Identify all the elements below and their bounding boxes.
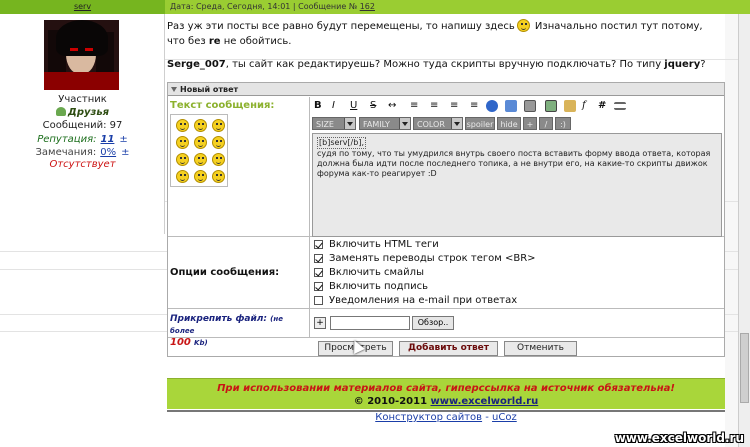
chevron-down-icon xyxy=(451,118,462,129)
code-icon[interactable]: f xyxy=(582,99,586,113)
smiley-icon[interactable] xyxy=(176,170,189,183)
font-family-select[interactable]: FAMILY xyxy=(359,117,411,130)
spoiler-button[interactable]: spoiler xyxy=(465,117,495,130)
ucoz-link[interactable]: uCoz xyxy=(492,412,517,423)
slash-button[interactable]: / xyxy=(539,117,553,130)
smiley-icon[interactable] xyxy=(194,119,207,132)
smiley-icon[interactable] xyxy=(176,153,189,166)
submit-reply-button[interactable]: Добавить ответ xyxy=(399,341,498,356)
chevron-down-icon xyxy=(399,118,410,129)
checkbox[interactable] xyxy=(314,296,323,305)
message-label: Текст сообщения: xyxy=(170,100,275,111)
smiley-panel xyxy=(170,114,228,187)
user-post-count: Сообщений: 97 xyxy=(42,120,123,131)
link-icon[interactable] xyxy=(486,100,498,112)
options-cell: Включить HTML теги Заменять переводы стр… xyxy=(310,237,724,309)
user-reputation: Репутация: 11 ± xyxy=(37,134,128,145)
username-link[interactable]: serv xyxy=(0,0,165,14)
scrollbar-thumb[interactable] xyxy=(740,333,749,403)
smiley-icon[interactable] xyxy=(194,153,207,166)
browse-button[interactable]: Обзор.. xyxy=(412,316,454,330)
image-icon[interactable] xyxy=(545,100,557,112)
smiley-icon xyxy=(516,19,530,32)
size-select[interactable]: SIZE xyxy=(312,117,356,130)
attach-cell: + Обзор.. xyxy=(310,309,724,338)
italic-button[interactable]: I xyxy=(332,99,335,113)
watermark: www.excelworld.ru xyxy=(614,431,744,445)
user-role: Участник xyxy=(58,94,107,105)
quote-icon[interactable] xyxy=(564,100,576,112)
post-number-link[interactable]: 162 xyxy=(360,2,375,11)
chevron-down-icon xyxy=(344,118,355,129)
table-icon[interactable] xyxy=(524,100,536,112)
post-meta: Дата: Среда, Сегодня, 14:01 | Сообщение … xyxy=(167,0,375,14)
submit-row: Просмотреть Добавить ответ Отменить xyxy=(168,339,724,357)
site-footer: При использовании материалов сайта, гипе… xyxy=(167,378,725,409)
hash-icon[interactable]: # xyxy=(598,99,606,113)
footer-copyright: © 2010-2011 www.excelworld.ru xyxy=(353,396,539,407)
hide-button[interactable]: hide xyxy=(497,117,521,130)
user-warnings: Замечания: 0% ± xyxy=(35,147,130,158)
add-file-button[interactable]: + xyxy=(314,317,326,329)
post-paragraph: Раз уж эти посты все равно будут перемещ… xyxy=(167,19,703,47)
smiley-icon[interactable] xyxy=(212,153,225,166)
cancel-button[interactable]: Отменить xyxy=(504,341,577,356)
checkbox[interactable] xyxy=(314,254,323,263)
reputation-vote-button[interactable]: ± xyxy=(119,134,127,145)
mention: Serge_007 xyxy=(167,59,226,70)
textarea-body: судя по тому, что ты умудрился внутрь св… xyxy=(317,149,711,178)
hr-button[interactable]: ↔ xyxy=(388,99,396,113)
avatar xyxy=(44,20,119,90)
user-panel: Участник Друзья Сообщений: 97 Репутация:… xyxy=(0,14,165,234)
site-builder-link[interactable]: Конструктор сайтов xyxy=(375,412,482,423)
align-right-button[interactable]: ≡ xyxy=(450,99,458,113)
group-icon xyxy=(55,107,66,116)
checkbox[interactable] xyxy=(314,240,323,249)
smiley-icon[interactable] xyxy=(176,119,189,132)
bold-button[interactable]: B xyxy=(314,99,322,113)
smiley-icon[interactable] xyxy=(212,170,225,183)
post-header-bar: serv Дата: Среда, Сегодня, 14:01 | Сообщ… xyxy=(0,0,750,14)
smiley-icon[interactable] xyxy=(194,136,207,149)
message-textarea[interactable]: [b]serv[/b], судя по тому, что ты умудри… xyxy=(312,133,722,237)
post-date: Дата: Среда, Сегодня, 14:01 | Сообщение … xyxy=(170,2,360,11)
options-label: Опции сообщения: xyxy=(170,267,280,278)
user-status: Отсутствует xyxy=(49,159,116,170)
list-button[interactable]: ≡ xyxy=(470,99,478,113)
warnings-link[interactable]: 0% xyxy=(100,147,116,158)
editor-cell: B I U S ↔ ≡ ≡ ≡ ≡ f # SIZE FAMILY COLOR … xyxy=(310,97,724,237)
footer-notice: При использовании материалов сайта, гипе… xyxy=(217,383,675,394)
checkbox[interactable] xyxy=(314,268,323,277)
warnings-vote-button[interactable]: ± xyxy=(121,147,129,158)
reply-form: Новый ответ Текст сообщения: B I U S ↔ ≡ xyxy=(167,82,725,357)
reply-form-header: Новый ответ xyxy=(168,83,724,96)
color-select[interactable]: COLOR xyxy=(413,117,463,130)
collapse-arrow-icon[interactable] xyxy=(171,87,177,92)
reputation-link[interactable]: 11 xyxy=(100,134,114,145)
align-center-button[interactable]: ≡ xyxy=(430,99,438,113)
email-icon[interactable] xyxy=(505,100,517,112)
separator-icon[interactable] xyxy=(614,102,626,110)
user-group: Друзья xyxy=(0,107,165,119)
smiley-icon[interactable] xyxy=(212,119,225,132)
attach-label-cell: Прикрепить файл: (не более 100 Kb) xyxy=(168,309,310,348)
smiley-icon[interactable] xyxy=(176,136,189,149)
align-left-button[interactable]: ≡ xyxy=(410,99,418,113)
smiley-icon[interactable] xyxy=(212,136,225,149)
strike-button[interactable]: S xyxy=(370,99,376,113)
post-paragraph: Serge_007, ты сайт как редактируешь? Мож… xyxy=(167,59,706,70)
site-link[interactable]: www.excelworld.ru xyxy=(431,396,539,407)
smiley-icon[interactable] xyxy=(194,170,207,183)
smiley-button[interactable]: :) xyxy=(555,117,571,130)
checkbox[interactable] xyxy=(314,282,323,291)
options-label-cell: Опции сообщения: xyxy=(168,237,310,309)
footer-links: Конструктор сайтов - uCoz xyxy=(375,412,517,423)
underline-button[interactable]: U xyxy=(350,99,357,113)
message-label-cell: Текст сообщения: xyxy=(168,97,310,237)
file-input[interactable] xyxy=(330,316,410,330)
plus-button[interactable]: + xyxy=(523,117,537,130)
textarea-first-line: [b]serv[/b], xyxy=(317,137,366,149)
